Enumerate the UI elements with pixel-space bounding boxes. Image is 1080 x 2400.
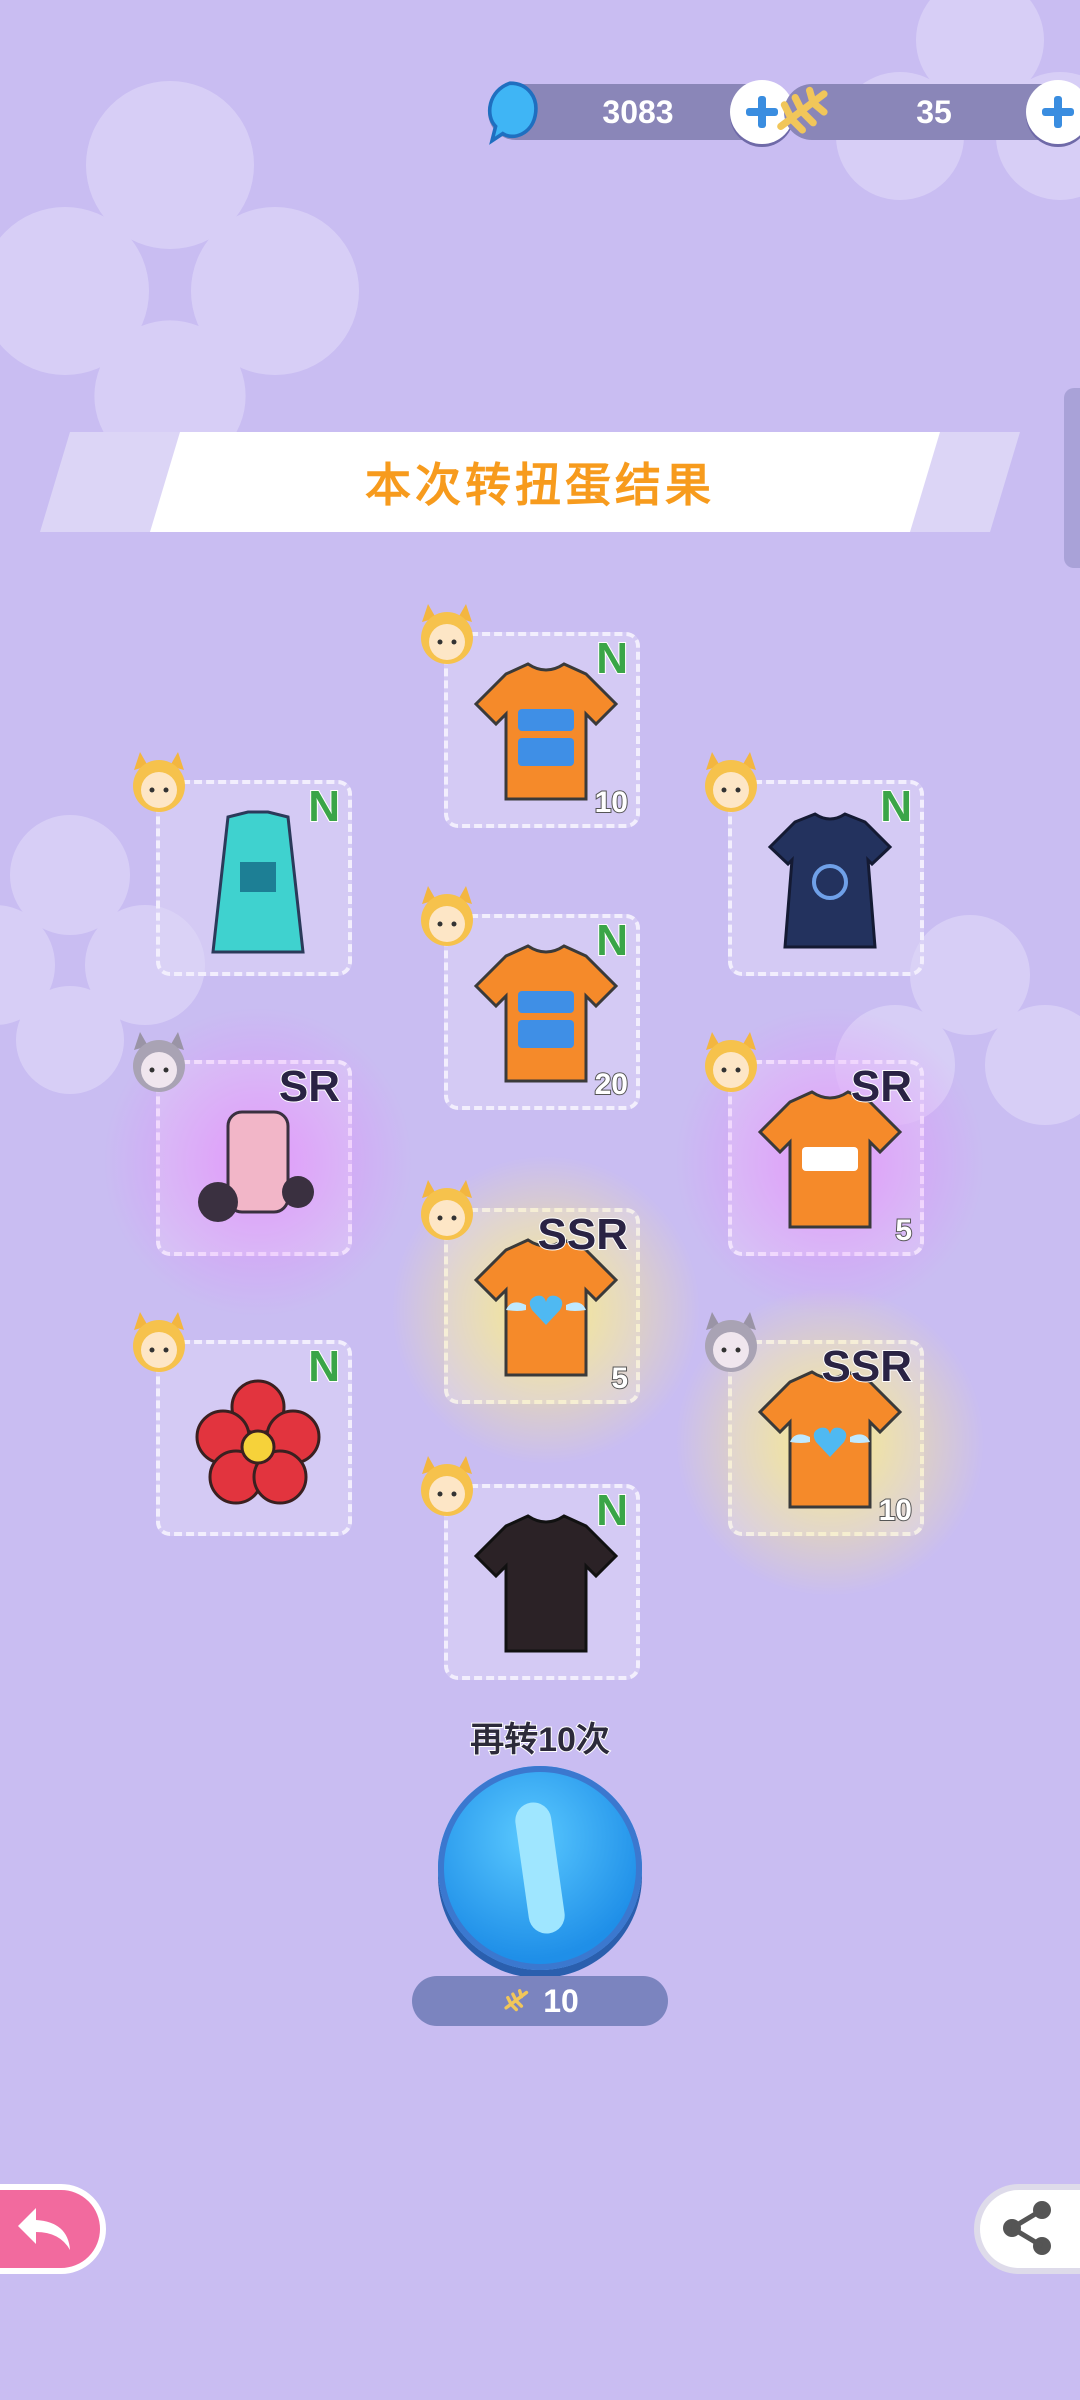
result-title: 本次转扭蛋结果 bbox=[365, 459, 715, 511]
result-card[interactable]: SSR 5 bbox=[378, 1142, 714, 1478]
item-count: 10 bbox=[594, 785, 629, 820]
spin-cost: 10 bbox=[412, 1976, 668, 2026]
fishbone-icon bbox=[777, 86, 828, 134]
rarity-label: SR bbox=[278, 1061, 341, 1112]
cat-avatar-icon bbox=[705, 1032, 757, 1092]
cat-avatar-icon bbox=[421, 1180, 473, 1240]
cat-avatar-icon bbox=[421, 886, 473, 946]
item-count: 10 bbox=[878, 1493, 913, 1528]
share-icon bbox=[1003, 2201, 1051, 2255]
cat-avatar-icon bbox=[421, 1456, 473, 1516]
side-tab-handle[interactable] bbox=[1064, 388, 1080, 568]
item-count: 5 bbox=[610, 1361, 629, 1396]
capsule-handle-icon bbox=[512, 1800, 568, 1936]
spin-again-label: 再转10次 bbox=[469, 1720, 611, 1760]
cat-avatar-icon bbox=[421, 604, 473, 664]
cat-avatar-icon bbox=[705, 752, 757, 812]
result-card[interactable]: SR 5 bbox=[662, 994, 998, 1330]
rarity-label: SSR bbox=[821, 1341, 913, 1392]
cat-avatar-icon bbox=[133, 1312, 185, 1372]
back-arrow-icon bbox=[18, 2208, 70, 2250]
rarity-label: N bbox=[595, 1485, 629, 1536]
result-card[interactable]: N bbox=[133, 752, 352, 976]
spin-again-button[interactable] bbox=[438, 1766, 642, 1970]
gray-cat-avatar-icon bbox=[133, 1032, 185, 1092]
result-card[interactable]: N bbox=[705, 752, 924, 976]
gem-count: 3083 bbox=[602, 93, 674, 130]
fishbone-count: 35 bbox=[916, 93, 952, 130]
rarity-label: N bbox=[307, 1341, 341, 1392]
plus-icon bbox=[1042, 96, 1074, 128]
result-card[interactable]: SR bbox=[90, 994, 426, 1330]
result-card[interactable]: SSR 10 bbox=[662, 1274, 998, 1610]
item-count: 5 bbox=[894, 1213, 913, 1248]
rarity-label: SR bbox=[850, 1061, 913, 1112]
blue-gem-icon bbox=[487, 81, 538, 145]
rarity-label: N bbox=[307, 781, 341, 832]
rarity-label: SSR bbox=[537, 1209, 629, 1260]
result-card[interactable]: N 20 bbox=[421, 886, 640, 1110]
fishbone-icon bbox=[504, 1989, 529, 2012]
background-flower-decoration bbox=[836, 0, 1080, 200]
back-button[interactable] bbox=[0, 2184, 106, 2274]
rarity-label: N bbox=[595, 915, 629, 966]
background-flower-decoration bbox=[0, 81, 359, 472]
fishbone-currency-bar: 35 bbox=[777, 80, 1080, 144]
gem-currency-bar: 3083 bbox=[487, 80, 794, 145]
item-count: 20 bbox=[594, 1067, 629, 1102]
add-fishbone-button[interactable] bbox=[1026, 80, 1080, 144]
spin-cost-value: 10 bbox=[543, 1982, 579, 2019]
gray-cat-avatar-icon bbox=[705, 1312, 757, 1372]
share-button[interactable] bbox=[974, 2184, 1080, 2274]
result-card[interactable]: N bbox=[421, 1456, 640, 1680]
result-card[interactable]: N bbox=[133, 1312, 352, 1536]
result-card[interactable]: N 10 bbox=[421, 604, 640, 828]
rarity-label: N bbox=[595, 633, 629, 684]
result-title-banner: 本次转扭蛋结果 bbox=[40, 432, 1040, 532]
rarity-label: N bbox=[879, 781, 913, 832]
cat-avatar-icon bbox=[133, 752, 185, 812]
